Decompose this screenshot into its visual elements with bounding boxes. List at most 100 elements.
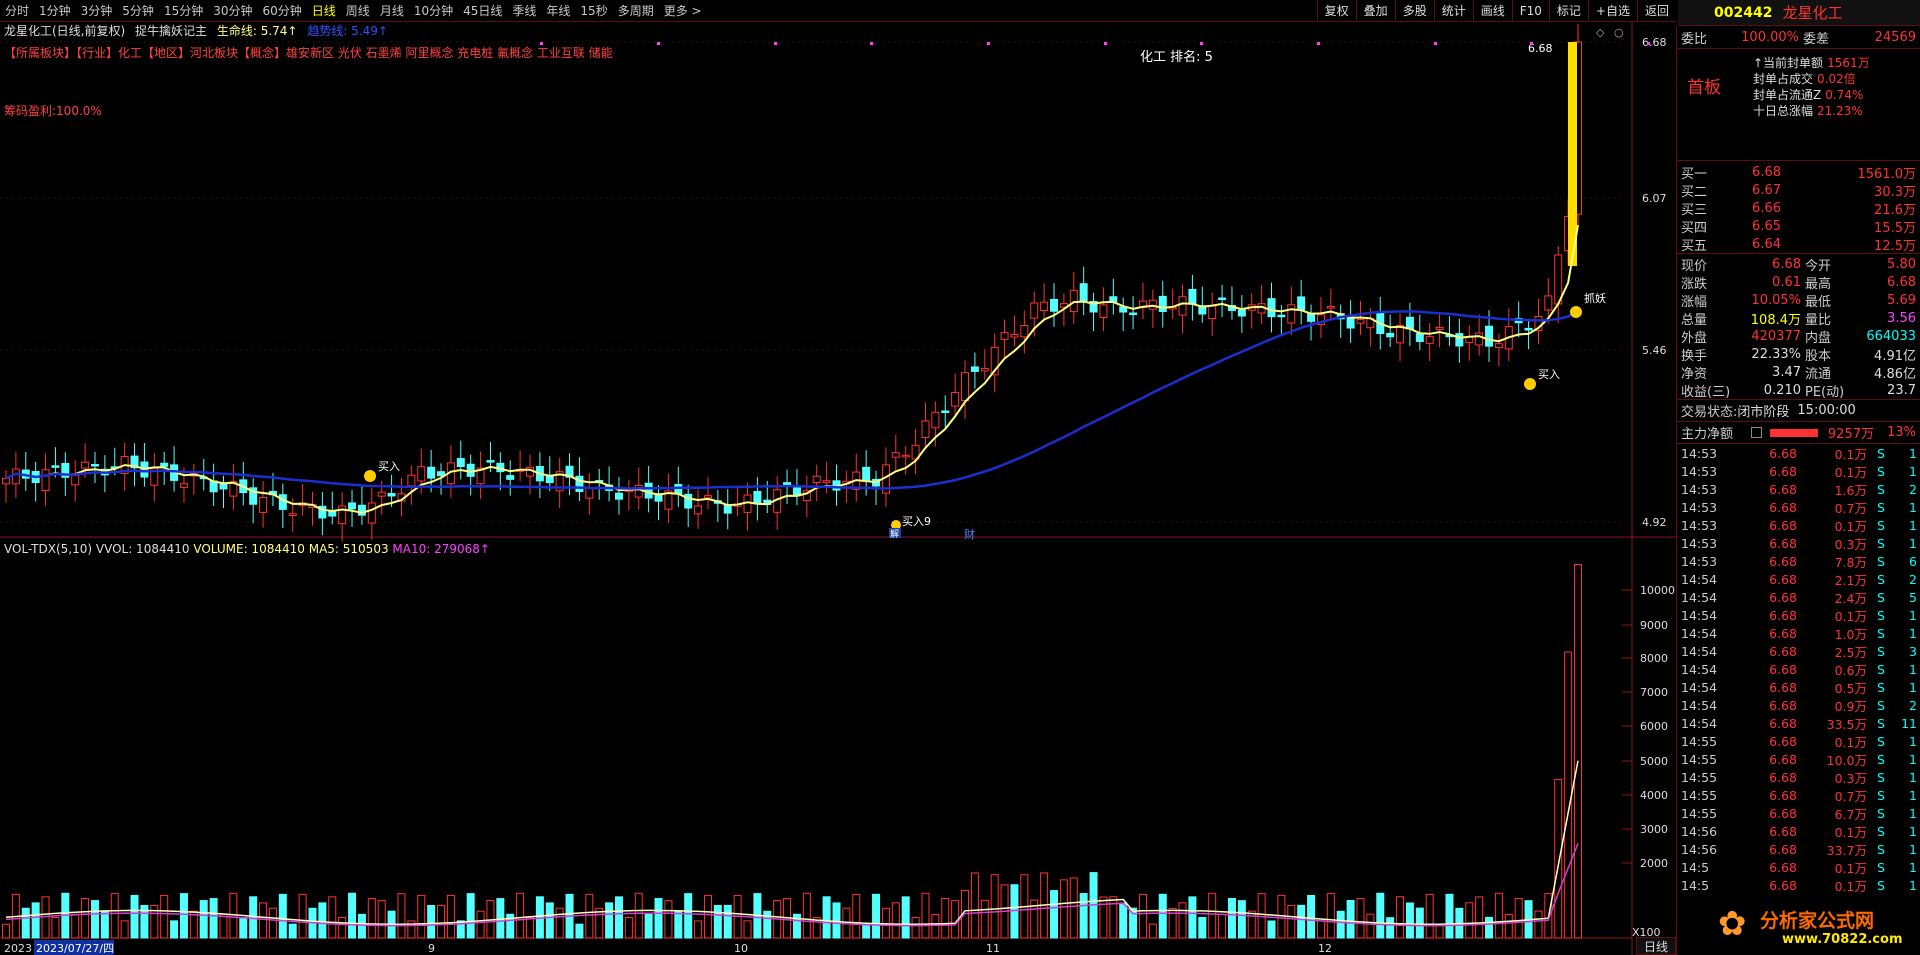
stat-row: 收益(三) 0.210 PE(动) 23.7 (1677, 381, 1920, 400)
bid-row[interactable]: 买五 6.64 12.5万 (1677, 235, 1920, 254)
trade-list[interactable]: 14:53 6.68 0.1万 S 1 14:53 6.68 0.1万 S 1 14:53 6.68 1… (1677, 443, 1920, 894)
kline-chart[interactable]: 6.68 6.07 5.46 4.92 10000 9000 8000 7000 6000 500… (0, 22, 1863, 955)
trade-count: 5 (1909, 589, 1917, 605)
volume-bar (51, 917, 60, 939)
period-tab[interactable]: 15分钟 (159, 2, 208, 19)
bid-row[interactable]: 买二 6.67 30.3万 (1677, 181, 1920, 200)
trade-side: S (1877, 607, 1885, 623)
period-tab[interactable]: 15秒 (575, 2, 612, 19)
tool-button[interactable]: 统计 (1433, 0, 1473, 21)
trade-row: 14:53 6.68 0.1万 S 1 (1677, 444, 1920, 462)
trade-price: 6.68 (1769, 499, 1797, 515)
tool-button[interactable]: 画线 (1472, 0, 1512, 21)
candlestick (160, 462, 169, 467)
seal-info-label: 封单占成交 (1753, 72, 1814, 86)
chart-info-bar: 龙星化工(日线,前复权) 捉牛擒妖记主 生命线: 5.74↑ 趋势线: 5.49… (0, 22, 1676, 42)
candlestick (1218, 297, 1227, 301)
volume-bar (427, 904, 436, 939)
trade-row: 14:54 6.68 33.5万 S 11 (1677, 714, 1920, 732)
volume-bar (1287, 905, 1296, 939)
bid-row[interactable]: 买四 6.65 15.5万 (1677, 217, 1920, 236)
bid-row[interactable]: 买一 6.68 1561.0万 (1677, 163, 1920, 182)
tool-button[interactable]: 叠加 (1355, 0, 1395, 21)
candlestick (278, 494, 287, 510)
period-tab[interactable]: 年线 (541, 2, 575, 19)
candlestick (288, 513, 297, 517)
tool-button[interactable]: 多股 (1394, 0, 1434, 21)
concept-tags[interactable]: 【所属板块】【行业】化工【地区】河北板块【概念】雄安新区 光伏 石墨烯 阿里概念… (0, 44, 613, 61)
tool-button[interactable]: 复权 (1316, 0, 1356, 21)
period-tab[interactable]: 分时 (0, 2, 34, 19)
indicator-name[interactable]: 捉牛擒妖记主 (135, 24, 207, 38)
volume-bar (1356, 898, 1365, 939)
volume-bar (1534, 910, 1543, 939)
volume-axis-label: 10000 (1640, 584, 1675, 597)
candlestick (614, 492, 623, 500)
tool-button[interactable]: F10 (1511, 0, 1549, 21)
volume-bar (2, 923, 10, 939)
trade-count: 1 (1909, 841, 1917, 857)
candlestick (1267, 298, 1276, 318)
candlestick (644, 482, 653, 499)
volume-bar (970, 872, 979, 939)
buy9-signal-label: 买入9 (902, 515, 931, 528)
volume-bar (1050, 890, 1058, 939)
volume-bar (1158, 893, 1167, 939)
trade-side: S (1877, 841, 1885, 857)
candlestick (1485, 325, 1494, 347)
tool-button[interactable]: 返回 (1636, 0, 1676, 21)
candlestick (427, 466, 436, 479)
volume-bar (1554, 779, 1563, 939)
trade-side: S (1877, 715, 1885, 731)
period-tab[interactable]: 周线 (341, 2, 375, 19)
volume-bar (1227, 897, 1236, 939)
trade-side: S (1877, 463, 1885, 479)
volume-bar (713, 905, 722, 939)
trade-row: 14:5 6.68 0.1万 S 1 (1677, 858, 1920, 876)
period-tab[interactable]: 季线 (507, 2, 541, 19)
bid-volume: 30.3万 (1874, 184, 1916, 200)
period-tab[interactable]: 1分钟 (34, 2, 76, 19)
period-tab[interactable]: 45日线 (458, 2, 507, 19)
stat-list: 现价 6.68 今开 5.80 涨跌 0.61 最高 6.68 涨幅 10.05% 最低 5.69 总量… (1677, 253, 1920, 400)
tool-button[interactable]: +自选 (1587, 0, 1637, 21)
period-tab[interactable]: 3分钟 (76, 2, 118, 19)
stat-row: 涨跌 0.61 最高 6.68 (1677, 273, 1920, 292)
main-force-icon[interactable] (1751, 427, 1762, 438)
trade-price: 6.68 (1769, 823, 1797, 839)
period-tab[interactable]: 更多 > (659, 2, 707, 19)
volume-bar (1129, 907, 1138, 939)
volume-bar (634, 892, 643, 939)
stat-value: 23.7 (1887, 382, 1916, 398)
volume-bar (684, 893, 693, 939)
candlestick (259, 497, 268, 513)
period-tab[interactable]: 10分钟 (409, 2, 458, 19)
volume-bar (723, 904, 732, 939)
volume-bar (130, 894, 139, 939)
period-tab[interactable]: 60分钟 (258, 2, 307, 19)
stat-row: 现价 6.68 今开 5.80 (1677, 255, 1920, 274)
stat-label: 涨幅 (1681, 294, 1708, 310)
trade-row: 14:5 6.68 0.1万 S 1 (1677, 876, 1920, 894)
candlestick (506, 475, 515, 480)
period-tab[interactable]: 日线 (307, 2, 341, 19)
seal-info-row: 封单占流通Z 0.74% (1753, 87, 1870, 103)
period-tab[interactable]: 5分钟 (117, 2, 159, 19)
trade-price: 6.68 (1769, 769, 1797, 785)
volume-bar (1415, 907, 1424, 939)
volume-bar (1079, 893, 1088, 939)
ma10-value: MA10: 279068↑ (392, 542, 490, 556)
period-tab[interactable]: 多周期 (613, 2, 659, 19)
trade-side: S (1877, 751, 1885, 767)
bid-row[interactable]: 买三 6.66 21.6万 (1677, 199, 1920, 218)
bottom-tab[interactable]: 日线 (1636, 937, 1676, 955)
volume-bar (1198, 916, 1207, 939)
stock-code[interactable]: 002442 (1714, 5, 1772, 21)
period-tab[interactable]: 月线 (375, 2, 409, 19)
tool-button[interactable]: 标记 (1548, 0, 1588, 21)
seal-info-value: 1561万 (1827, 56, 1870, 70)
period-tab[interactable]: 30分钟 (208, 2, 257, 19)
vol-indicator-name[interactable]: VOL-TDX(5,10) (4, 542, 92, 556)
candlestick (179, 483, 188, 488)
chart-area[interactable]: 6.68 6.07 5.46 4.92 10000 9000 8000 7000 6000 500… (0, 22, 1863, 955)
